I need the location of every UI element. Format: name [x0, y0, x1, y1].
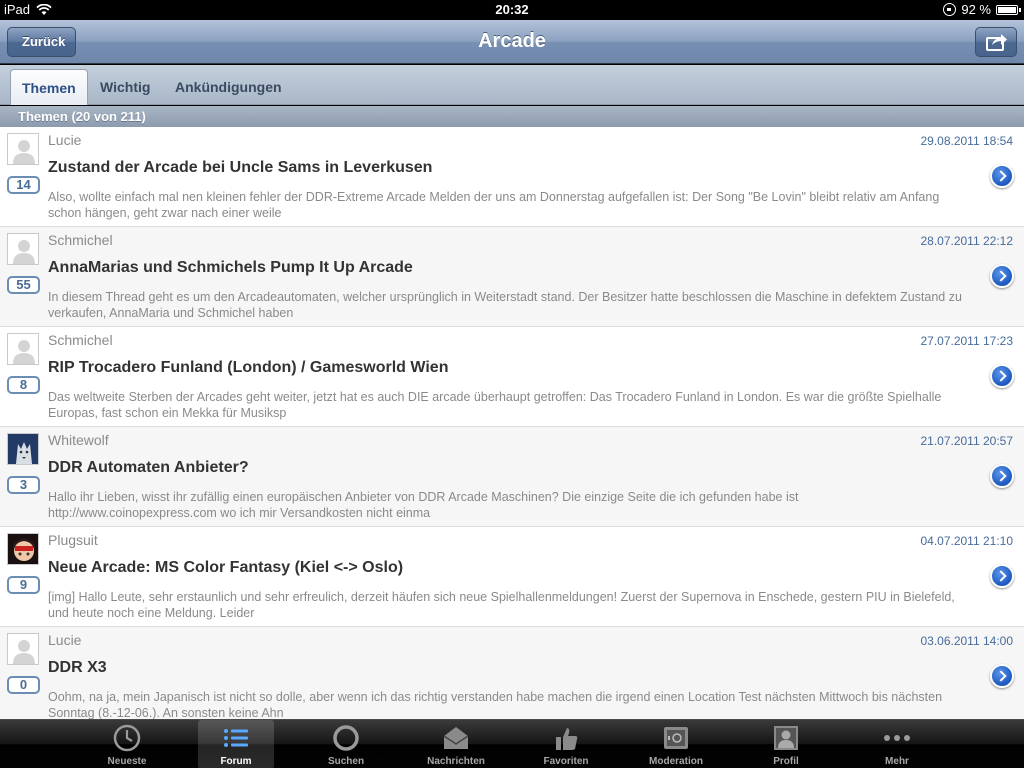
tab-wichtig[interactable]: Wichtig	[89, 69, 161, 105]
detail-disclosure-button[interactable]	[990, 164, 1014, 188]
battery-percent: 92 %	[961, 2, 991, 17]
topic-author: Lucie	[48, 632, 82, 648]
topic-author: Schmichel	[48, 332, 113, 348]
default-avatar-icon	[8, 334, 38, 364]
avatar	[7, 533, 39, 565]
tabbar-item-profil[interactable]: Profil	[748, 720, 824, 768]
safe-icon	[664, 727, 688, 749]
topic-row[interactable]: 14 Lucie 29.08.2011 18:54 Zustand der Ar…	[0, 127, 1024, 227]
reply-count-badge: 9	[7, 576, 40, 594]
section-header: Themen (20 von 211)	[0, 106, 1024, 127]
rotation-lock-icon	[943, 3, 957, 16]
profile-icon	[774, 726, 798, 750]
avatar	[7, 333, 39, 365]
default-avatar-icon	[8, 234, 38, 264]
default-avatar-icon	[8, 134, 38, 164]
detail-disclosure-button[interactable]	[990, 664, 1014, 688]
tab-bar: Neueste Forum Suchen Nachrichten Favorit…	[0, 719, 1024, 768]
reply-count-badge: 14	[7, 176, 40, 194]
topic-excerpt: Hallo ihr Lieben, wisst ihr zufällig ein…	[48, 490, 799, 520]
avatar	[7, 433, 39, 465]
tab-themen[interactable]: Themen	[10, 69, 88, 105]
topic-excerpt: Also, wollte einfach mal nen kleinen feh…	[48, 190, 940, 220]
topic-list: 14 Lucie 29.08.2011 18:54 Zustand der Ar…	[0, 127, 1024, 719]
reply-count-badge: 55	[7, 276, 40, 294]
tabbar-label: Nachrichten	[427, 756, 485, 767]
reply-count-badge: 8	[7, 376, 40, 394]
topic-title: Neue Arcade: MS Color Fantasy (Kiel <-> …	[48, 559, 404, 576]
topic-row[interactable]: 3 Whitewolf 21.07.2011 20:57 DDR Automat…	[0, 427, 1024, 527]
tabbar-item-forum[interactable]: Forum	[198, 720, 274, 768]
tabbar-label: Neueste	[107, 756, 147, 767]
tabbar-item-moderation[interactable]: Moderation	[638, 720, 714, 768]
character-avatar-icon	[8, 534, 38, 564]
more-dots-icon	[884, 735, 910, 741]
topic-row[interactable]: 8 Schmichel 27.07.2011 17:23 RIP Trocade…	[0, 327, 1024, 427]
tabbar-label: Mehr	[885, 756, 909, 767]
navigation-bar: Zurück Arcade	[0, 20, 1024, 64]
topic-title: AnnaMarias und Schmichels Pump It Up Arc…	[48, 259, 413, 276]
topic-title: DDR X3	[48, 659, 107, 676]
topic-date: 04.07.2011 21:10	[920, 534, 1013, 548]
wolf-avatar-icon	[8, 434, 38, 464]
topic-row[interactable]: 9 Plugsuit 04.07.2011 21:10 Neue Arcade:…	[0, 527, 1024, 627]
share-button[interactable]	[975, 27, 1017, 57]
topic-date: 03.06.2011 14:00	[920, 634, 1013, 648]
magnifier-icon	[333, 725, 359, 751]
tabbar-item-neueste[interactable]: Neueste	[89, 720, 165, 768]
topic-excerpt: Oohm, na ja, mein Japanisch ist nicht so…	[48, 690, 943, 719]
topic-excerpt: In diesem Thread geht es um den Arcadeau…	[48, 290, 962, 320]
detail-disclosure-button[interactable]	[990, 364, 1014, 388]
clock-icon	[113, 724, 141, 752]
list-icon	[224, 729, 248, 747]
clock: 20:32	[495, 2, 529, 17]
avatar	[7, 633, 39, 665]
default-avatar-icon	[8, 634, 38, 664]
detail-disclosure-button[interactable]	[990, 564, 1014, 588]
reply-count-badge: 0	[7, 676, 40, 694]
topic-date: 29.08.2011 18:54	[920, 134, 1013, 148]
page-title: Arcade	[478, 30, 546, 52]
tabbar-label: Forum	[220, 756, 252, 767]
battery-icon	[996, 4, 1021, 15]
topic-title: DDR Automaten Anbieter?	[48, 459, 249, 476]
topic-row[interactable]: 0 Lucie 03.06.2011 14:00 DDR X3 Oohm, na…	[0, 627, 1024, 719]
reply-count-badge: 3	[7, 476, 40, 494]
thumbs-up-icon	[556, 728, 578, 750]
detail-disclosure-button[interactable]	[990, 464, 1014, 488]
topic-excerpt: [img] Hallo Leute, sehr erstaunlich und …	[48, 590, 955, 620]
topic-author: Lucie	[48, 132, 82, 148]
topic-excerpt: Das weltweite Sterben der Arcades geht w…	[48, 390, 942, 420]
tabbar-item-nachrichten[interactable]: Nachrichten	[418, 720, 494, 768]
tabbar-item-favoriten[interactable]: Favoriten	[528, 720, 604, 768]
topic-date: 21.07.2011 20:57	[920, 434, 1013, 448]
avatar	[7, 233, 39, 265]
tabbar-item-mehr[interactable]: Mehr	[859, 720, 935, 768]
topic-author: Plugsuit	[48, 532, 98, 548]
envelope-icon	[443, 727, 469, 749]
avatar	[7, 133, 39, 165]
topic-author: Schmichel	[48, 232, 113, 248]
topic-date: 27.07.2011 17:23	[920, 334, 1013, 348]
tabbar-label: Profil	[773, 756, 799, 767]
topic-title: RIP Trocadero Funland (London) / Gameswo…	[48, 359, 449, 376]
topic-filter-tabs: Themen Wichtig Ankündigungen	[0, 65, 1024, 105]
topic-title: Zustand der Arcade bei Uncle Sams in Lev…	[48, 159, 433, 176]
detail-disclosure-button[interactable]	[990, 264, 1014, 288]
tabbar-label: Favoriten	[543, 756, 589, 767]
status-bar: iPad 20:32 92 %	[0, 0, 1024, 20]
tabbar-label: Moderation	[649, 756, 703, 767]
tab-ankuendigungen[interactable]: Ankündigungen	[164, 69, 293, 105]
topic-date: 28.07.2011 22:12	[920, 234, 1013, 248]
tabbar-item-suchen[interactable]: Suchen	[308, 720, 384, 768]
topic-author: Whitewolf	[48, 432, 109, 448]
tabbar-label: Suchen	[327, 756, 365, 767]
share-icon	[986, 34, 1007, 51]
topic-row[interactable]: 55 Schmichel 28.07.2011 22:12 AnnaMarias…	[0, 227, 1024, 327]
